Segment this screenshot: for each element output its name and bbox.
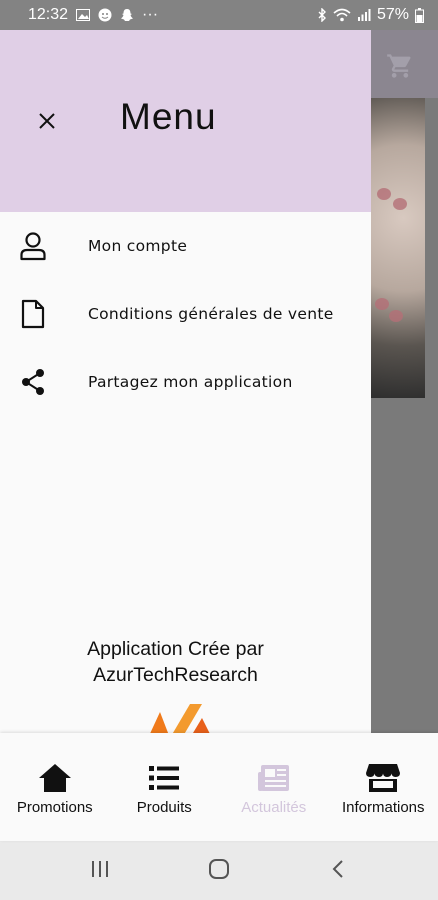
back-system-button[interactable] (318, 856, 358, 886)
nav-tab-label: Informations (341, 799, 425, 816)
drawer-header: Menu (0, 30, 371, 212)
nav-tab-promotions[interactable]: Promotions (0, 733, 110, 841)
close-drawer-button[interactable] (30, 106, 64, 140)
image-icon (76, 9, 91, 21)
snapchat-icon (120, 8, 134, 22)
battery-percent: 57% (376, 6, 409, 23)
product-image[interactable] (371, 98, 425, 398)
recent-apps-icon (90, 860, 110, 882)
signal-icon (357, 8, 371, 22)
drawer-title: Menu (120, 96, 217, 137)
document-icon (16, 297, 50, 331)
store-icon (366, 763, 401, 793)
drawer-menu: Mon compte Conditions générales de vente… (0, 212, 371, 416)
cart-icon[interactable] (386, 52, 414, 80)
home-circle-icon (208, 858, 230, 884)
menu-item-account[interactable]: Mon compte (0, 212, 371, 280)
menu-item-label: Mon compte (88, 237, 188, 255)
status-bar: 12:32 ··· 57% (0, 0, 438, 30)
nav-tab-label: Promotions (16, 799, 93, 816)
home-system-button[interactable] (199, 856, 239, 886)
home-icon (38, 763, 72, 793)
app-credit: Application Crée par AzurTechResearch (0, 636, 371, 688)
share-icon (16, 365, 50, 399)
close-icon (37, 111, 57, 135)
status-dots: ··· (142, 6, 159, 23)
user-icon (16, 229, 50, 263)
menu-item-label: Partagez mon application (88, 373, 293, 391)
bottom-navigation: Promotions Produits Actualités Informati… (0, 733, 438, 841)
nav-tab-label: Produits (136, 799, 192, 816)
recent-apps-button[interactable] (80, 856, 120, 886)
nav-tab-label: Actualités (241, 799, 307, 816)
nav-tab-actualites[interactable]: Actualités (219, 733, 329, 841)
azurtech-logo-icon (140, 698, 230, 733)
wifi-icon (333, 8, 351, 22)
bluetooth-icon (317, 8, 327, 22)
credit-line-2: AzurTechResearch (93, 664, 258, 686)
newspaper-icon (257, 763, 291, 793)
status-time: 12:32 (28, 6, 69, 23)
nav-tab-informations[interactable]: Informations (329, 733, 438, 841)
battery-icon (415, 7, 424, 23)
menu-item-terms[interactable]: Conditions générales de vente (0, 280, 371, 348)
back-icon (331, 859, 345, 883)
face-icon (98, 8, 112, 22)
navigation-drawer: Menu Mon compte Conditions générales de … (0, 30, 371, 733)
menu-item-share[interactable]: Partagez mon application (0, 348, 371, 416)
list-icon (147, 763, 181, 793)
menu-item-label: Conditions générales de vente (88, 305, 334, 323)
credit-line-1: Application Crée par (87, 638, 264, 660)
nav-tab-produits[interactable]: Produits (110, 733, 220, 841)
system-navigation-bar (0, 841, 438, 900)
